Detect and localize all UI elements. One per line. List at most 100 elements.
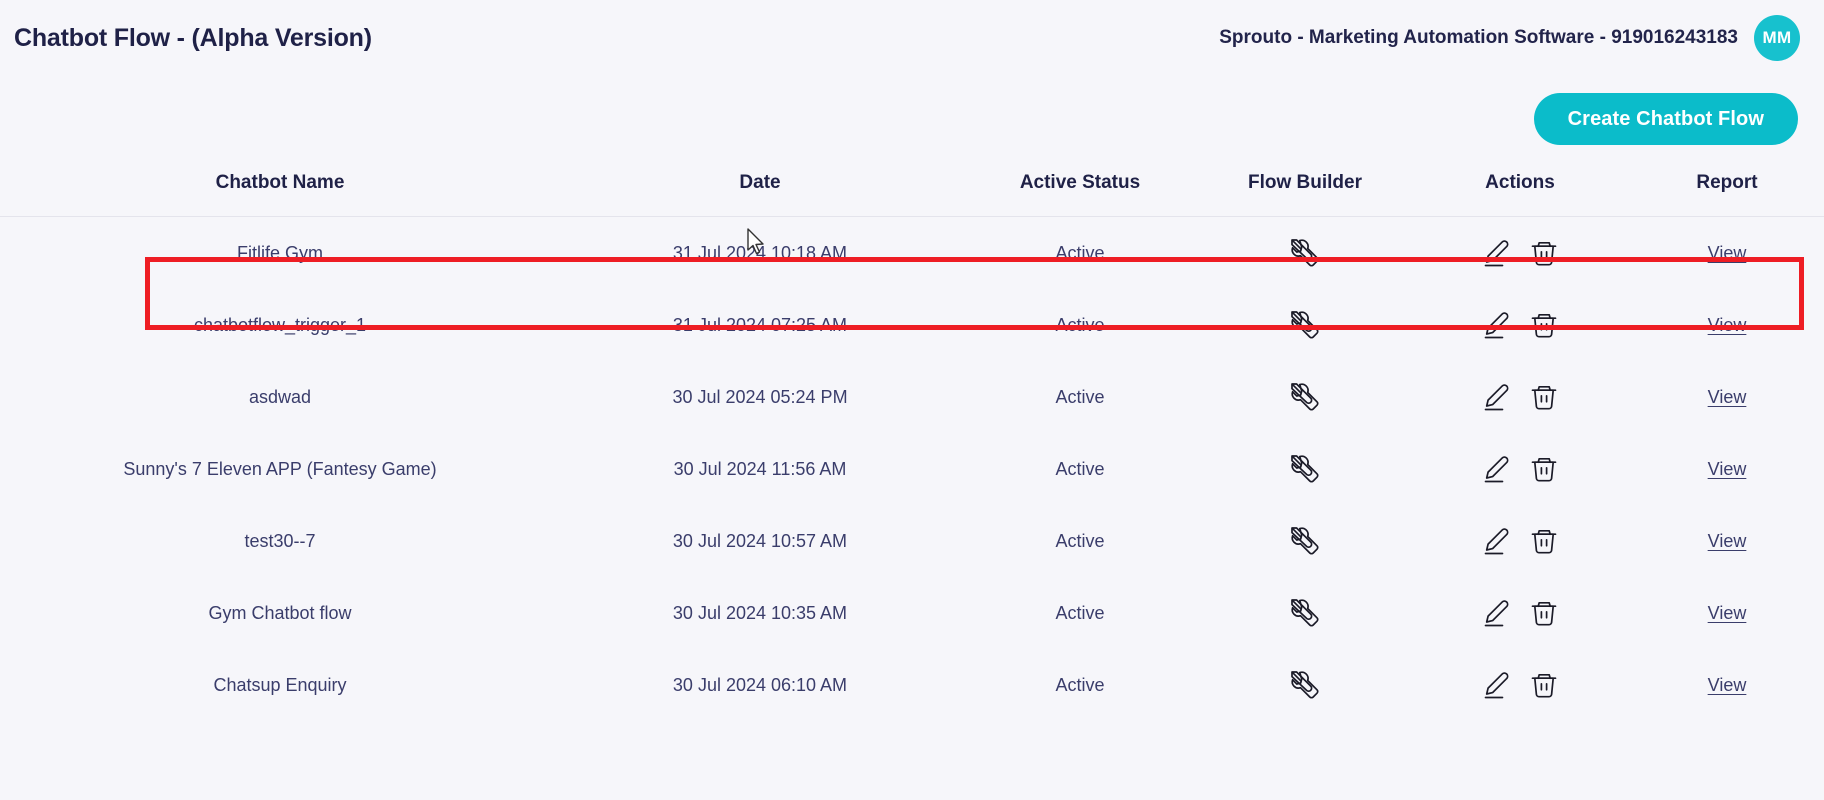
trash-icon[interactable] xyxy=(1529,454,1559,484)
cell-flow-builder xyxy=(1200,433,1410,505)
pencil-icon[interactable] xyxy=(1481,310,1511,340)
actions-group xyxy=(1410,577,1630,649)
table-body: Fitlife Gym 31 Jul 2024 10:18 AM Active Vie… xyxy=(0,217,1824,722)
column-header-flow-builder: Flow Builder xyxy=(1248,172,1362,193)
pencil-icon[interactable] xyxy=(1481,382,1511,412)
trash-icon[interactable] xyxy=(1529,382,1559,412)
cell-flow-builder xyxy=(1200,577,1410,649)
tools-icon[interactable] xyxy=(1288,596,1322,630)
pencil-icon[interactable] xyxy=(1481,526,1511,556)
cell-active-status: Active xyxy=(1055,386,1105,407)
tools-icon[interactable] xyxy=(1288,524,1322,558)
table-header: Chatbot Name Date Active Status Flow Bui… xyxy=(0,162,1824,217)
action-bar: Create Chatbot Flow xyxy=(0,76,1824,162)
cell-actions xyxy=(1410,433,1630,505)
cell-report: View xyxy=(1630,505,1824,577)
cell-report: View xyxy=(1630,217,1824,290)
trash-icon[interactable] xyxy=(1529,598,1559,628)
cell-flow-builder xyxy=(1200,289,1410,361)
cell-actions xyxy=(1410,649,1630,721)
cell-date: 30 Jul 2024 10:57 AM xyxy=(672,530,848,551)
cell-report: View xyxy=(1630,289,1824,361)
cell-active-status: Active xyxy=(1055,530,1105,551)
view-report-link[interactable]: View xyxy=(1708,459,1747,479)
page-header: Chatbot Flow - (Alpha Version) Sprouto -… xyxy=(0,0,1824,76)
view-report-link[interactable]: View xyxy=(1708,243,1747,263)
trash-icon[interactable] xyxy=(1529,670,1559,700)
actions-group xyxy=(1410,361,1630,433)
column-header-chatbot-name: Chatbot Name xyxy=(215,172,345,193)
cell-actions xyxy=(1410,577,1630,649)
view-report-link[interactable]: View xyxy=(1708,387,1747,407)
pencil-icon[interactable] xyxy=(1481,238,1511,268)
view-report-link[interactable]: View xyxy=(1708,675,1747,695)
actions-group xyxy=(1410,289,1630,361)
cell-chatbot-name: chatbotflow_trigger_1 xyxy=(193,314,367,335)
view-report-link[interactable]: View xyxy=(1708,315,1747,335)
cell-report: View xyxy=(1630,361,1824,433)
tools-icon[interactable] xyxy=(1288,452,1322,486)
cell-report: View xyxy=(1630,577,1824,649)
tools-icon[interactable] xyxy=(1288,380,1322,414)
cell-date: 30 Jul 2024 06:10 AM xyxy=(672,674,848,695)
table-row[interactable]: asdwad 30 Jul 2024 05:24 PM Active View xyxy=(0,361,1824,433)
pencil-icon[interactable] xyxy=(1481,454,1511,484)
create-chatbot-flow-button[interactable]: Create Chatbot Flow xyxy=(1533,93,1798,145)
pencil-icon[interactable] xyxy=(1481,598,1511,628)
trash-icon[interactable] xyxy=(1529,310,1559,340)
tools-icon[interactable] xyxy=(1288,308,1322,342)
cell-active-status: Active xyxy=(1055,314,1105,335)
cell-date: 30 Jul 2024 11:56 AM xyxy=(673,458,847,479)
trash-icon[interactable] xyxy=(1529,238,1559,268)
pencil-icon[interactable] xyxy=(1481,670,1511,700)
cell-actions xyxy=(1410,217,1630,290)
header-right-group: Sprouto - Marketing Automation Software … xyxy=(1219,15,1804,61)
actions-group xyxy=(1410,649,1630,721)
cell-chatbot-name: test30--7 xyxy=(244,530,316,551)
cell-date: 31 Jul 2024 07:25 AM xyxy=(672,314,848,335)
table-row[interactable]: Gym Chatbot flow 30 Jul 2024 10:35 AM Acti… xyxy=(0,577,1824,649)
cell-actions xyxy=(1410,289,1630,361)
avatar[interactable]: MM xyxy=(1754,15,1800,61)
column-header-date: Date xyxy=(739,172,781,193)
cell-active-status: Active xyxy=(1055,242,1105,263)
cell-actions xyxy=(1410,505,1630,577)
table-row[interactable]: chatbotflow_trigger_1 31 Jul 2024 07:25 A… xyxy=(0,289,1824,361)
cell-chatbot-name: Sunny's 7 Eleven APP (Fantesy Game) xyxy=(123,458,437,479)
column-header-report: Report xyxy=(1696,172,1758,193)
cell-flow-builder xyxy=(1200,361,1410,433)
cell-chatbot-name: Gym Chatbot flow xyxy=(208,602,352,623)
cell-report: View xyxy=(1630,649,1824,721)
account-label: Sprouto - Marketing Automation Software … xyxy=(1219,27,1738,48)
chatbot-flow-table: Chatbot Name Date Active Status Flow Bui… xyxy=(0,162,1824,721)
view-report-link[interactable]: View xyxy=(1708,603,1747,623)
cell-active-status: Active xyxy=(1055,602,1105,623)
column-header-active-status: Active Status xyxy=(1019,172,1141,193)
cell-chatbot-name: Chatsup Enquiry xyxy=(213,674,347,695)
trash-icon[interactable] xyxy=(1529,526,1559,556)
cell-date: 30 Jul 2024 10:35 AM xyxy=(672,602,848,623)
view-report-link[interactable]: View xyxy=(1708,531,1747,551)
table-header-row: Chatbot Name Date Active Status Flow Bui… xyxy=(0,162,1824,217)
cell-flow-builder xyxy=(1200,649,1410,721)
cell-chatbot-name: asdwad xyxy=(248,386,312,407)
cell-chatbot-name: Fitlife Gym xyxy=(236,242,323,263)
table-row[interactable]: Chatsup Enquiry 30 Jul 2024 06:10 AM Activ… xyxy=(0,649,1824,721)
table-row[interactable]: test30--7 30 Jul 2024 10:57 AM Active View xyxy=(0,505,1824,577)
cell-report: View xyxy=(1630,433,1824,505)
table-row[interactable]: Fitlife Gym 31 Jul 2024 10:18 AM Active Vie… xyxy=(0,217,1824,290)
cell-date: 31 Jul 2024 10:18 AM xyxy=(672,242,848,263)
table-row[interactable]: Sunny's 7 Eleven APP (Fantesy Game) 30 Ju… xyxy=(0,433,1824,505)
cell-flow-builder xyxy=(1200,217,1410,290)
tools-icon[interactable] xyxy=(1288,668,1322,702)
cell-flow-builder xyxy=(1200,505,1410,577)
cell-actions xyxy=(1410,361,1630,433)
tools-icon[interactable] xyxy=(1288,236,1322,270)
cell-active-status: Active xyxy=(1055,458,1105,479)
column-header-actions: Actions xyxy=(1485,172,1555,193)
actions-group xyxy=(1410,217,1630,289)
page-title: Chatbot Flow - (Alpha Version) xyxy=(14,23,372,52)
cell-date: 30 Jul 2024 05:24 PM xyxy=(672,386,848,407)
actions-group xyxy=(1410,505,1630,577)
cell-active-status: Active xyxy=(1055,674,1105,695)
